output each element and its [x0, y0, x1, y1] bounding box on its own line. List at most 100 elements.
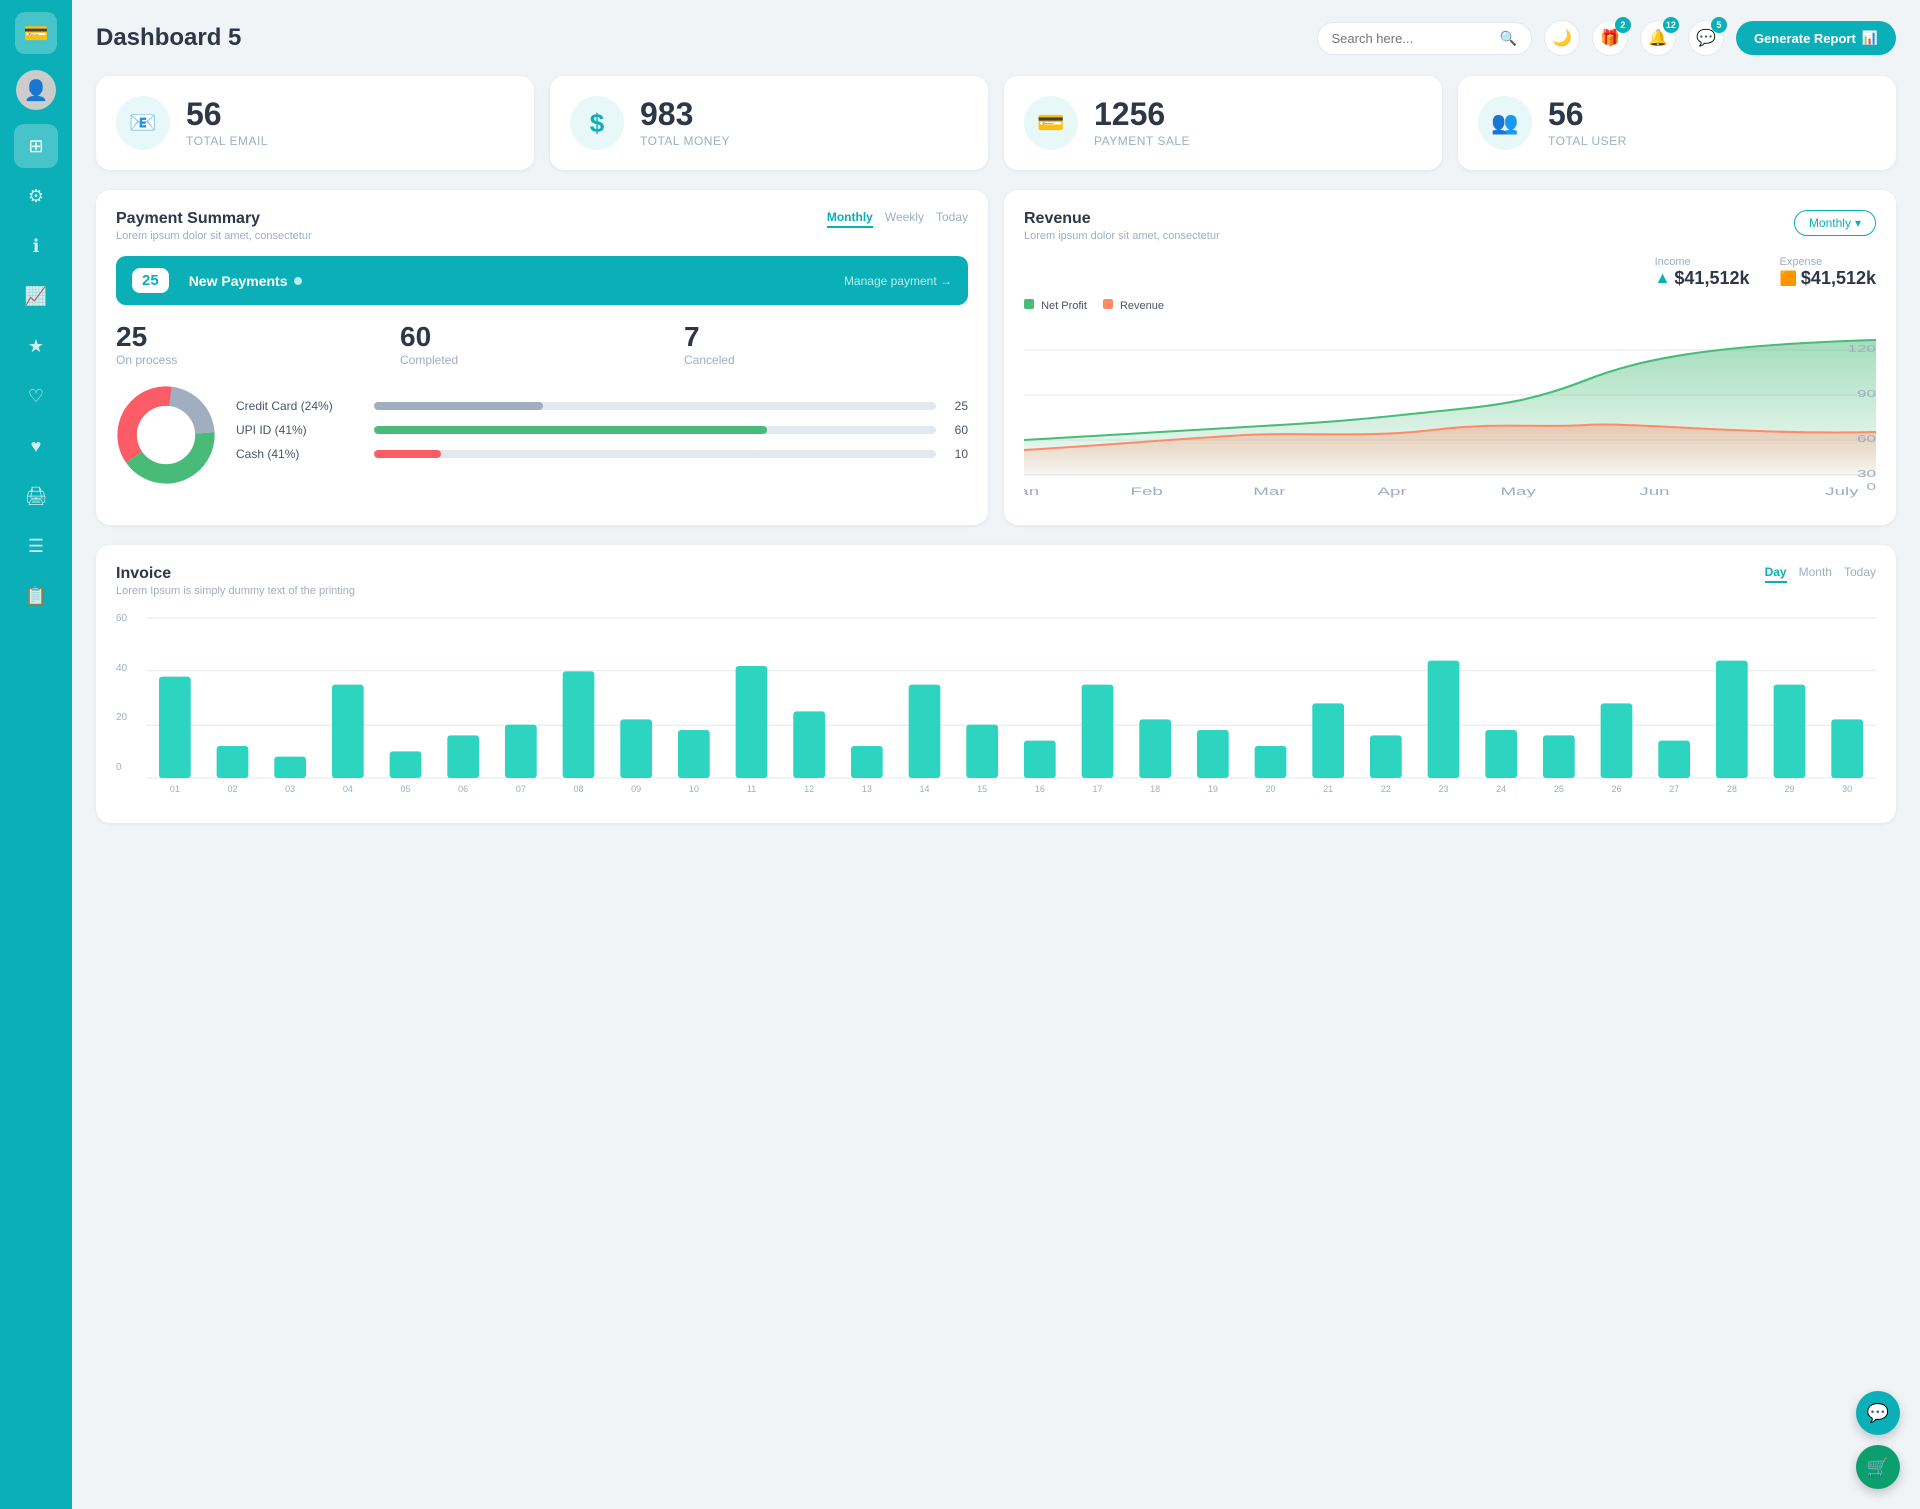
- bar-0: [159, 677, 191, 778]
- bar-5: [447, 735, 479, 778]
- bar-10: [736, 666, 768, 778]
- svg-text:24: 24: [1496, 784, 1506, 794]
- svg-text:03: 03: [285, 784, 295, 794]
- user-icon: 👥: [1478, 96, 1532, 150]
- pay-stat-onprocess: 25 On process: [116, 321, 400, 367]
- cart-fab[interactable]: 🛒: [1856, 1445, 1900, 1489]
- payment-bars: Credit Card (24%) 25 UPI ID (41%) 60: [236, 399, 968, 471]
- svg-text:90: 90: [1857, 388, 1876, 399]
- invoice-tab-today[interactable]: Today: [1844, 565, 1876, 583]
- tab-monthly[interactable]: Monthly: [827, 210, 873, 228]
- completed-num: 60: [400, 321, 684, 353]
- user-avatar[interactable]: 👤: [16, 70, 56, 110]
- svg-text:19: 19: [1208, 784, 1218, 794]
- invoice-subtitle: Lorem Ipsum is simply dummy text of the …: [116, 585, 355, 597]
- sidebar-item-chart[interactable]: 📈: [14, 274, 58, 318]
- sidebar-item-info[interactable]: ℹ: [14, 224, 58, 268]
- bar-3: [332, 685, 364, 778]
- invoice-tabs: Day Month Today: [1765, 565, 1876, 583]
- sidebar-item-heart-outline[interactable]: ♡: [14, 374, 58, 418]
- sidebar-item-list[interactable]: ☰: [14, 524, 58, 568]
- svg-text:26: 26: [1611, 784, 1621, 794]
- invoice-tab-day[interactable]: Day: [1765, 565, 1787, 583]
- expense-label: Expense: [1779, 256, 1876, 268]
- sidebar-item-print[interactable]: 🖨: [14, 474, 58, 518]
- bar-25: [1601, 703, 1633, 778]
- bar-val-upi: 60: [944, 423, 968, 437]
- bar-val-cash: 10: [944, 447, 968, 461]
- new-payments-label: New Payments: [189, 273, 302, 289]
- bell-btn[interactable]: 🔔 12: [1640, 20, 1676, 56]
- payment-summary-header: Payment Summary Lorem ipsum dolor sit am…: [116, 210, 968, 242]
- invoice-tab-month[interactable]: Month: [1799, 565, 1832, 583]
- pay-stat-completed: 60 Completed: [400, 321, 684, 367]
- search-box[interactable]: 🔍: [1317, 22, 1532, 55]
- payment-summary-title: Payment Summary: [116, 210, 312, 228]
- sidebar-item-dashboard[interactable]: ⊞: [14, 124, 58, 168]
- svg-text:Jan: Jan: [1024, 486, 1039, 498]
- legend-revenue: Revenue: [1103, 299, 1164, 312]
- revenue-monthly-btn[interactable]: Monthly ▾: [1794, 210, 1876, 236]
- tab-today[interactable]: Today: [936, 210, 968, 228]
- svg-text:21: 21: [1323, 784, 1333, 794]
- revenue-subtitle: Lorem ipsum dolor sit amet, consectetur: [1024, 230, 1220, 242]
- payment-summary-subtitle: Lorem ipsum dolor sit amet, consectetur: [116, 230, 312, 242]
- header: Dashboard 5 🔍 🌙 🎁 2 🔔 12 💬 5 Gen: [96, 20, 1896, 56]
- bar-track-cash: [374, 450, 936, 458]
- bar-20: [1312, 703, 1344, 778]
- svg-text:16: 16: [1035, 784, 1045, 794]
- svg-text:06: 06: [458, 784, 468, 794]
- svg-text:04: 04: [343, 784, 353, 794]
- money-icon: $: [570, 96, 624, 150]
- bar-fill-credit: [374, 402, 543, 410]
- chat-fab[interactable]: 💬: [1856, 1391, 1900, 1435]
- invoice-section: Invoice Lorem Ipsum is simply dummy text…: [96, 545, 1896, 823]
- svg-text:05: 05: [400, 784, 410, 794]
- on-process-label: On process: [116, 353, 400, 367]
- revenue-card: Revenue Lorem ipsum dolor sit amet, cons…: [1004, 190, 1896, 525]
- gift-btn[interactable]: 🎁 2: [1592, 20, 1628, 56]
- svg-text:11: 11: [747, 784, 756, 794]
- np-dot: [294, 277, 302, 285]
- bar-7: [563, 671, 595, 778]
- manage-payment-link[interactable]: Manage payment →: [844, 274, 952, 288]
- bar-2: [274, 757, 306, 778]
- total-user-num: 56: [1548, 98, 1627, 130]
- bar-27: [1716, 661, 1748, 778]
- svg-text:09: 09: [631, 784, 641, 794]
- email-icon: 📧: [116, 96, 170, 150]
- svg-text:Mar: Mar: [1253, 486, 1285, 498]
- bar-8: [620, 719, 652, 778]
- svg-text:60: 60: [1857, 433, 1876, 444]
- svg-text:02: 02: [227, 784, 237, 794]
- total-email-num: 56: [186, 98, 268, 130]
- bar-12: [851, 746, 883, 778]
- stat-money-info: 983 TOTAL MONEY: [640, 98, 730, 148]
- bar-track-credit: [374, 402, 936, 410]
- total-user-label: TOTAL USER: [1548, 134, 1627, 148]
- sidebar-item-heart[interactable]: ♥: [14, 424, 58, 468]
- sidebar-item-document[interactable]: 📋: [14, 574, 58, 618]
- bar-18: [1197, 730, 1229, 778]
- total-money-num: 983: [640, 98, 730, 130]
- revenue-chart-svg: Jan Feb Mar Apr May Jun July 120 90 60 3…: [1024, 320, 1876, 500]
- svg-text:10: 10: [689, 784, 699, 794]
- sidebar-logo[interactable]: 💳: [15, 12, 57, 54]
- bell-badge: 12: [1663, 17, 1679, 33]
- y-label-60: 60: [116, 613, 127, 624]
- search-icon: 🔍: [1500, 30, 1517, 47]
- svg-text:Apr: Apr: [1377, 486, 1406, 498]
- search-input[interactable]: [1332, 31, 1492, 46]
- bar-17: [1139, 719, 1171, 778]
- generate-report-button[interactable]: Generate Report 📊: [1736, 21, 1896, 55]
- sidebar-item-star[interactable]: ★: [14, 324, 58, 368]
- bar-19: [1255, 746, 1287, 778]
- sidebar-item-settings[interactable]: ⚙: [14, 174, 58, 218]
- chat-btn[interactable]: 💬 5: [1688, 20, 1724, 56]
- expense-amount: $41,512k: [1801, 268, 1876, 289]
- stat-card-email: 📧 56 TOTAL EMAIL: [96, 76, 534, 170]
- svg-text:13: 13: [862, 784, 872, 794]
- tab-weekly[interactable]: Weekly: [885, 210, 924, 228]
- pay-bottom: Credit Card (24%) 25 UPI ID (41%) 60: [116, 385, 968, 485]
- dark-mode-btn[interactable]: 🌙: [1544, 20, 1580, 56]
